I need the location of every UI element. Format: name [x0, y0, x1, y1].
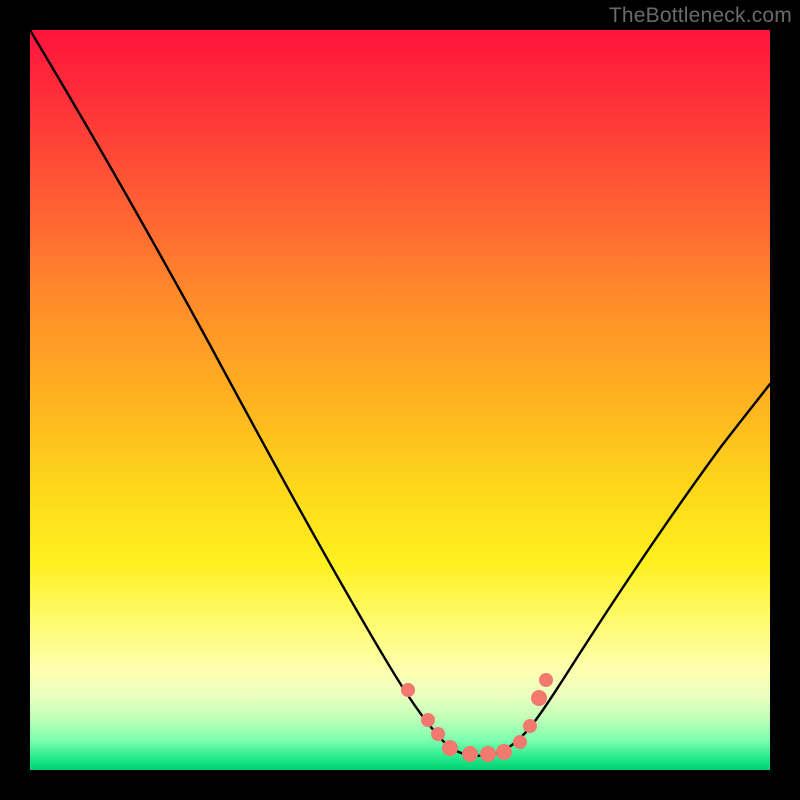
watermark-text: TheBottleneck.com	[609, 4, 792, 28]
curve-marker	[523, 719, 537, 733]
curve-marker	[462, 746, 478, 762]
marker-group	[401, 673, 553, 762]
curve-marker	[539, 673, 553, 687]
curve-marker	[442, 740, 458, 756]
curve-marker	[480, 746, 496, 762]
curve-marker	[496, 744, 512, 760]
plot-area	[30, 30, 770, 770]
bottleneck-curve	[30, 30, 770, 756]
chart-frame: TheBottleneck.com	[0, 0, 800, 800]
chart-svg	[30, 30, 770, 770]
curve-marker	[513, 735, 527, 749]
curve-marker	[531, 690, 547, 706]
curve-marker	[421, 713, 435, 727]
curve-marker	[401, 683, 415, 697]
curve-marker	[431, 727, 445, 741]
